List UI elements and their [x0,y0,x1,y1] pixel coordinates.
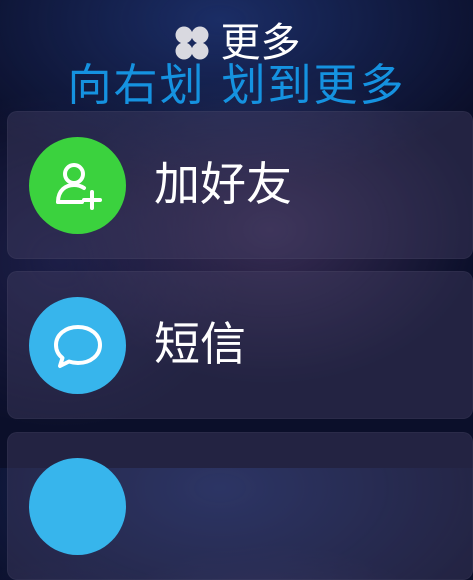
list-item-label: 短信 [154,317,246,371]
list-item-partial[interactable] [7,432,473,580]
page-title: 更多 [220,20,301,66]
swipe-hint: 向右划 划到更多 [67,60,406,111]
list-item-messages[interactable]: 短信 [7,271,473,419]
add-friend-icon [29,137,126,234]
list-item-add-friend[interactable]: 加好友 [7,111,473,259]
message-bubble-icon [29,297,126,394]
partial-icon [29,458,126,555]
four-petal-icon [173,24,211,62]
list-item-label: 加好友 [154,157,292,211]
